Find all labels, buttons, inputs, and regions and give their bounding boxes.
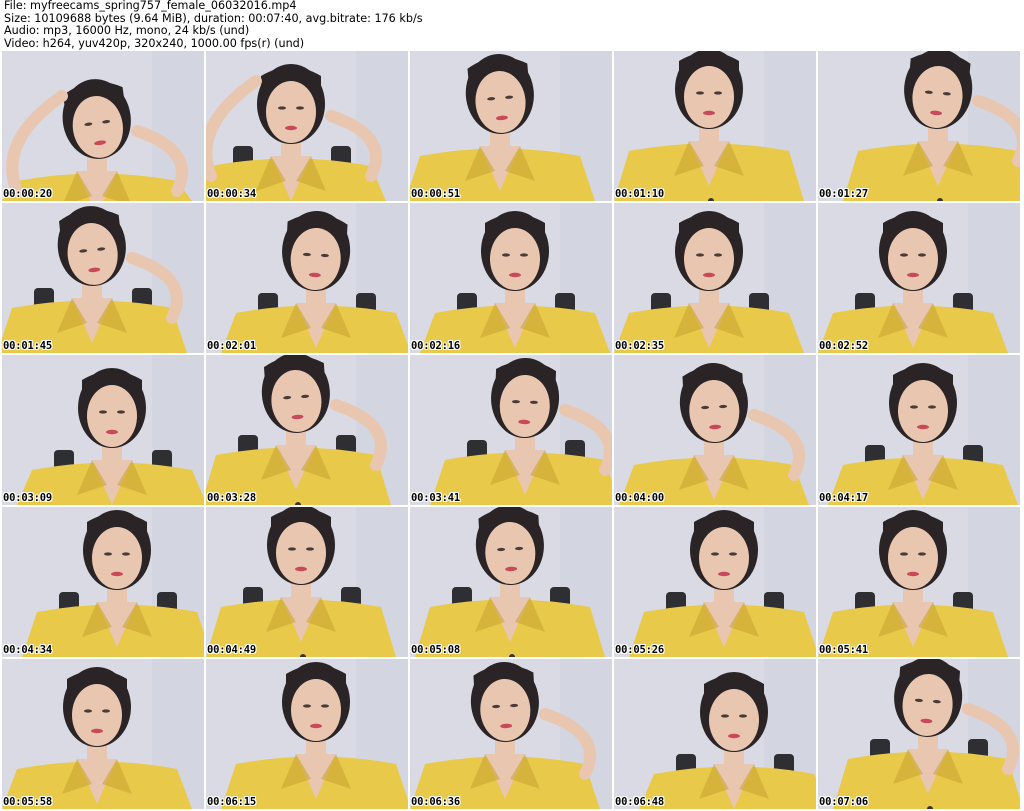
video-thumbnail: 00:02:01 xyxy=(206,203,408,353)
video-thumbnail: 00:02:52 xyxy=(818,203,1020,353)
thumbnail-frame-image xyxy=(2,51,204,201)
thumbnail-timestamp: 00:01:27 xyxy=(819,188,868,200)
thumbnail-frame-image xyxy=(206,203,408,353)
thumbnail-frame-image xyxy=(410,51,612,201)
thumbnail-frame-image xyxy=(410,507,612,657)
video-thumbnail: 00:01:45 xyxy=(2,203,204,353)
thumbnail-frame-image xyxy=(206,507,408,657)
thumbnail-frame-image xyxy=(2,507,204,657)
thumbnail-frame-image xyxy=(614,51,816,201)
video-thumbnail: 00:04:17 xyxy=(818,355,1020,505)
thumbnail-timestamp: 00:02:16 xyxy=(411,340,460,352)
thumbnail-timestamp: 00:03:09 xyxy=(3,492,52,504)
thumbnail-frame-image xyxy=(614,355,816,505)
video-thumbnail: 00:04:00 xyxy=(614,355,816,505)
thumbnail-timestamp: 00:01:10 xyxy=(615,188,664,200)
thumbnail-frame-image xyxy=(206,51,408,201)
thumbnail-timestamp: 00:06:48 xyxy=(615,796,664,808)
thumbnail-timestamp: 00:06:15 xyxy=(207,796,256,808)
video-thumbnail: 00:05:58 xyxy=(2,659,204,809)
file-info-header: File: myfreecams_spring757_female_060320… xyxy=(4,0,1020,50)
video-thumbnail: 00:00:20 xyxy=(2,51,204,201)
thumbnail-timestamp: 00:05:08 xyxy=(411,644,460,656)
video-thumbnail: 00:04:49 xyxy=(206,507,408,657)
thumbnail-timestamp: 00:01:45 xyxy=(3,340,52,352)
thumbnail-frame-image xyxy=(410,203,612,353)
thumbnail-timestamp: 00:03:41 xyxy=(411,492,460,504)
thumbnail-frame-image xyxy=(2,203,204,353)
thumbnail-frame-image xyxy=(818,51,1020,201)
thumbnail-timestamp: 00:02:52 xyxy=(819,340,868,352)
thumbnail-frame-image xyxy=(818,659,1020,809)
thumbnail-frame-image xyxy=(818,203,1020,353)
thumbnail-timestamp: 00:04:00 xyxy=(615,492,664,504)
thumbnail-timestamp: 00:05:26 xyxy=(615,644,664,656)
video-thumbnail: 00:01:10 xyxy=(614,51,816,201)
thumbnail-frame-image xyxy=(410,355,612,505)
video-thumbnail: 00:05:08 xyxy=(410,507,612,657)
thumbnail-frame-image xyxy=(410,659,612,809)
file-name-line: File: myfreecams_spring757_female_060320… xyxy=(4,0,297,12)
thumbnail-timestamp: 00:03:28 xyxy=(207,492,256,504)
thumbnail-timestamp: 00:05:58 xyxy=(3,796,52,808)
thumbnail-timestamp: 00:05:41 xyxy=(819,644,868,656)
audio-info-line: Audio: mp3, 16000 Hz, mono, 24 kb/s (und… xyxy=(4,24,250,37)
thumbnail-frame-image xyxy=(614,659,816,809)
video-thumbnail: 00:03:28 xyxy=(206,355,408,505)
thumbnail-timestamp: 00:04:34 xyxy=(3,644,52,656)
thumbnail-timestamp: 00:00:51 xyxy=(411,188,460,200)
thumbnail-timestamp: 00:06:36 xyxy=(411,796,460,808)
thumbnail-timestamp: 00:00:20 xyxy=(3,188,52,200)
thumbnail-timestamp: 00:04:17 xyxy=(819,492,868,504)
thumbnail-timestamp: 00:07:06 xyxy=(819,796,868,808)
thumbnail-grid: 00:00:20 00:00:34 00:00:51 00:01:10 00:01:27… xyxy=(2,51,1023,811)
thumbnail-timestamp: 00:00:34 xyxy=(207,188,256,200)
thumbnail-frame-image xyxy=(614,507,816,657)
video-thumbnail: 00:06:15 xyxy=(206,659,408,809)
video-thumbnail: 00:00:34 xyxy=(206,51,408,201)
thumbnail-timestamp: 00:02:01 xyxy=(207,340,256,352)
video-thumbnail: 00:07:06 xyxy=(818,659,1020,809)
video-info-line: Video: h264, yuv420p, 320x240, 1000.00 f… xyxy=(4,36,305,50)
video-thumbnail: 00:06:36 xyxy=(410,659,612,809)
video-thumbnail: 00:00:51 xyxy=(410,51,612,201)
video-thumbnail: 00:05:26 xyxy=(614,507,816,657)
thumbnail-frame-image xyxy=(206,659,408,809)
video-thumbnail: 00:05:41 xyxy=(818,507,1020,657)
thumbnail-frame-image xyxy=(614,203,816,353)
video-thumbnail: 00:01:27 xyxy=(818,51,1020,201)
thumbnail-frame-image xyxy=(2,659,204,809)
video-thumbnail: 00:02:35 xyxy=(614,203,816,353)
thumbnail-frame-image xyxy=(818,355,1020,505)
video-thumbnail: 00:03:09 xyxy=(2,355,204,505)
thumbnail-frame-image xyxy=(818,507,1020,657)
thumbnail-frame-image xyxy=(2,355,204,505)
video-thumbnail: 00:06:48 xyxy=(614,659,816,809)
thumbnail-timestamp: 00:04:49 xyxy=(207,644,256,656)
video-thumbnail: 00:03:41 xyxy=(410,355,612,505)
thumbnail-timestamp: 00:02:35 xyxy=(615,340,664,352)
thumbnail-frame-image xyxy=(206,355,408,505)
video-thumbnail: 00:02:16 xyxy=(410,203,612,353)
video-thumbnail: 00:04:34 xyxy=(2,507,204,657)
